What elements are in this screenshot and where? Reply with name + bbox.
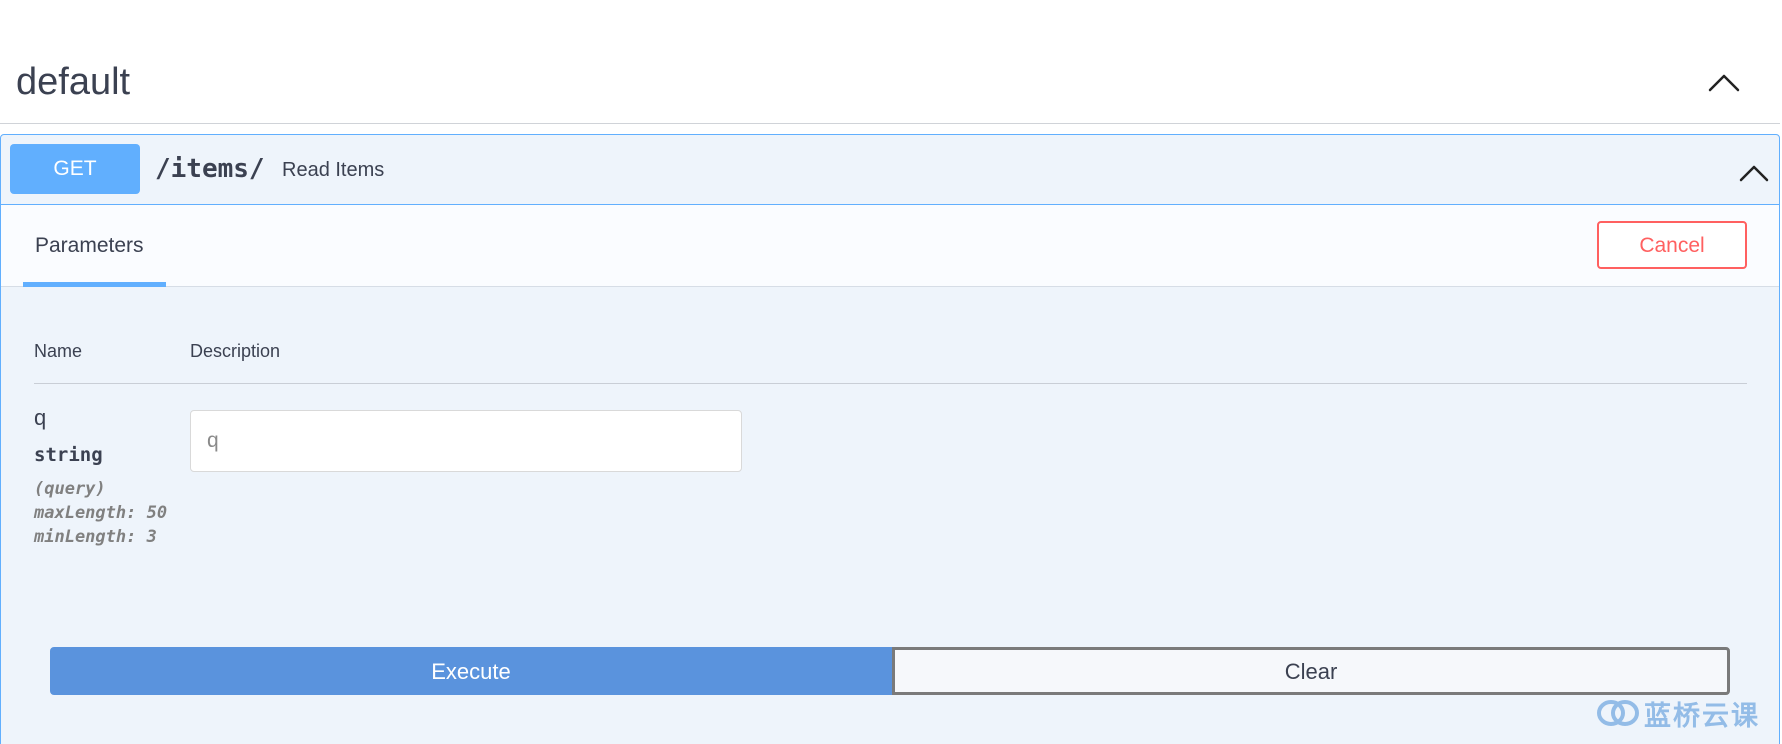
watermark-text: 蓝桥云课 [1644,700,1760,732]
tab-parameters[interactable]: Parameters [23,205,166,287]
param-min-length: minLength: 3 [34,527,157,547]
watermark: 蓝桥云课 [1596,696,1760,732]
tab-parameters-label: Parameters [35,234,144,257]
operation-block-get: GET /items/ Read Items Parameters Cancel… [0,134,1780,744]
operation-summary[interactable]: GET /items/ Read Items [1,135,1779,205]
parameters-header: Parameters Cancel [1,205,1779,287]
param-type: string [34,444,103,466]
chevron-up-icon[interactable] [1737,159,1771,185]
tag-section-header[interactable]: default [0,0,1780,124]
watermark-logo-icon [1597,700,1639,726]
param-q-input[interactable] [190,410,742,472]
method-badge: GET [10,144,140,194]
table-divider [34,383,1747,384]
swagger-ui-page: default GET /items/ Read Items Parameter… [0,0,1782,744]
operation-description: Read Items [282,159,385,181]
tag-title: default [16,61,131,103]
param-location: (query) [34,479,106,499]
cancel-button[interactable]: Cancel [1597,221,1747,269]
chevron-up-icon[interactable] [1706,66,1742,96]
tab-active-underline [23,282,166,287]
operation-path: /items/ [155,154,265,184]
param-max-length: maxLength: 50 [34,503,168,523]
execute-button[interactable]: Execute [50,647,892,695]
column-header-name: Name [34,341,83,361]
column-header-description: Description [190,341,281,361]
param-name: q [34,405,47,430]
clear-button[interactable]: Clear [892,647,1730,695]
